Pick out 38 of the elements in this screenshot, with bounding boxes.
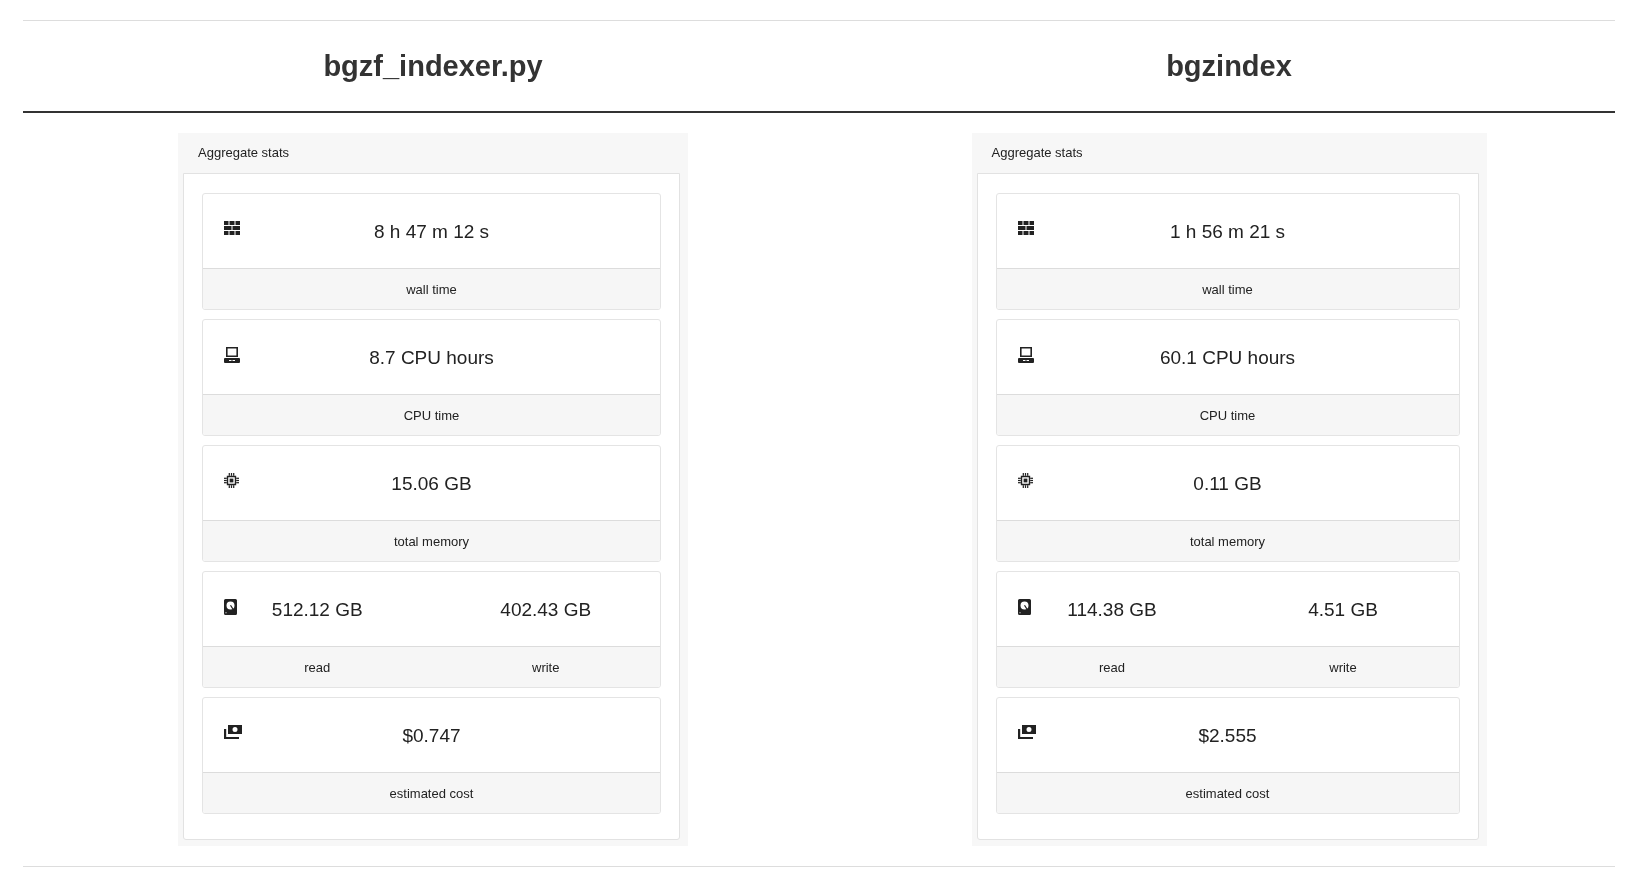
banknotes-icon	[224, 725, 242, 739]
hard-drive-icon	[1017, 599, 1031, 615]
column-heading: bgzindex	[1166, 51, 1292, 81]
desktop-computer-icon	[1017, 347, 1034, 363]
stat-label: estimated cost	[1185, 786, 1270, 800]
stat-label: total memory	[393, 534, 470, 548]
stat-label: read	[304, 660, 331, 674]
stat-value: 8 h 47 m 12 s	[373, 221, 490, 241]
stat-label: wall time	[1202, 282, 1253, 296]
stat-label: estimated cost	[389, 786, 474, 800]
stat-value: 0.11 GB	[1193, 473, 1262, 493]
microchip-icon	[1017, 473, 1033, 488]
banknotes-icon	[1017, 725, 1036, 739]
stat-label: write	[532, 660, 560, 674]
stat-value: 8.7 CPU hours	[369, 347, 494, 367]
stat-value: 60.1 CPU hours	[1159, 347, 1296, 367]
stat-label: wall time	[406, 282, 457, 296]
stat-value: 114.38 GB	[1067, 599, 1157, 619]
column-heading: bgzf_indexer.py	[323, 51, 543, 81]
microchip-icon	[224, 473, 239, 488]
stat-label: CPU time	[1199, 408, 1256, 422]
stat-label: CPU time	[403, 408, 460, 422]
stat-value: 4.51 GB	[1308, 599, 1378, 619]
desktop-computer-icon	[224, 347, 240, 363]
stat-value: 512.12 GB	[271, 599, 363, 619]
hard-drive-icon	[224, 599, 237, 615]
stat-value: $2.555	[1198, 725, 1257, 745]
stat-label: read	[1099, 660, 1125, 674]
stat-label: total memory	[1189, 534, 1266, 548]
stat-label: write	[1329, 660, 1357, 674]
brick-wall-icon	[224, 221, 240, 235]
panel-title: Aggregate stats	[991, 144, 1083, 163]
panel-title: Aggregate stats	[198, 144, 290, 163]
stat-value: 1 h 56 m 21 s	[1169, 221, 1286, 241]
brick-wall-icon	[1017, 221, 1034, 235]
stat-value: 402.43 GB	[500, 599, 592, 619]
stat-value: $0.747	[402, 725, 461, 745]
stat-value: 15.06 GB	[391, 473, 472, 493]
